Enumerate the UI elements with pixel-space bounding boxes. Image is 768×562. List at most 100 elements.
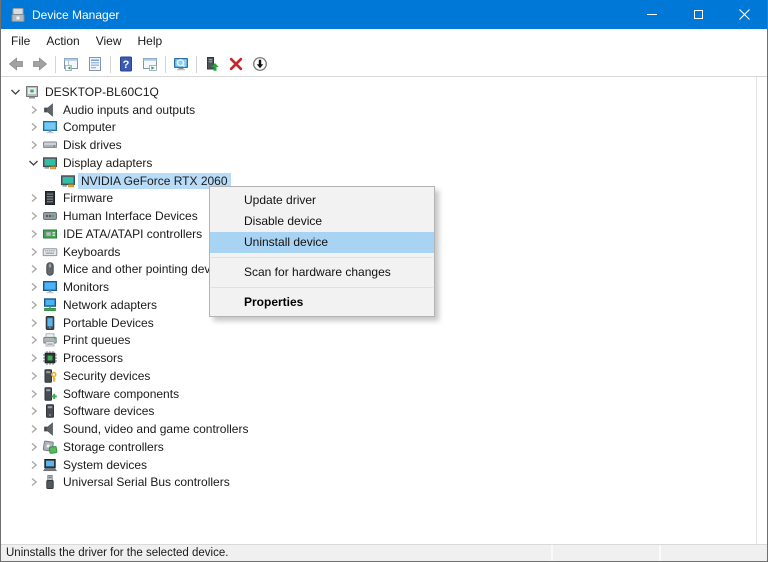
chevron-collapsed-icon[interactable]: [27, 244, 40, 260]
context-menu-item-properties[interactable]: Properties: [210, 292, 434, 313]
tree-item-software-devices[interactable]: Software devices: [1, 403, 767, 421]
speaker-icon: [42, 102, 58, 118]
help-button[interactable]: ?: [114, 53, 138, 75]
tree-item-label: Network adapters: [60, 297, 160, 313]
update-driver-icon: [204, 56, 220, 72]
tree-item-label: System devices: [60, 457, 150, 473]
context-menu-item-update-driver[interactable]: Update driver: [210, 190, 434, 211]
tree-item-label: Human Interface Devices: [60, 208, 201, 224]
tree-item-label: Storage controllers: [60, 439, 167, 455]
context-menu-item-uninstall-device[interactable]: Uninstall device: [210, 232, 434, 253]
network-adapter-icon: [42, 297, 58, 313]
chevron-collapsed-icon[interactable]: [27, 137, 40, 153]
chevron-collapsed-icon[interactable]: [27, 332, 40, 348]
tree-item-universal-serial-bus-controllers[interactable]: Universal Serial Bus controllers: [1, 474, 767, 492]
tree-item-label: Universal Serial Bus controllers: [60, 474, 233, 490]
minimize-button[interactable]: [629, 0, 675, 29]
tree-item-display-adapters[interactable]: Display adapters: [1, 154, 767, 172]
menu-item-action[interactable]: Action: [38, 31, 87, 51]
window-controls: [629, 0, 767, 29]
chevron-collapsed-icon[interactable]: [27, 474, 40, 490]
forward-arrow-icon: [32, 56, 48, 72]
tree-item-label: Security devices: [60, 368, 153, 384]
tree-item-desktop-bl60c1q[interactable]: DESKTOP-BL60C1Q: [1, 83, 767, 101]
tree-item-software-components[interactable]: Software components: [1, 385, 767, 403]
chevron-collapsed-icon[interactable]: [27, 208, 40, 224]
forward-button[interactable]: [28, 53, 52, 75]
display-adapter-icon: [60, 173, 76, 189]
software-component-icon: [42, 386, 58, 402]
update-driver-button[interactable]: [200, 53, 224, 75]
context-menu: Update driverDisable deviceUninstall dev…: [209, 186, 435, 317]
chevron-collapsed-icon[interactable]: [27, 261, 40, 277]
properties-button[interactable]: [83, 53, 107, 75]
tree-item-label: Firmware: [60, 190, 116, 206]
chevron-collapsed-icon[interactable]: [27, 439, 40, 455]
tree-item-label: DESKTOP-BL60C1Q: [42, 84, 162, 100]
menu-item-help[interactable]: Help: [130, 31, 171, 51]
chevron-collapsed-icon[interactable]: [27, 421, 40, 437]
tree-item-storage-controllers[interactable]: Storage controllers: [1, 438, 767, 456]
status-pane: [659, 545, 767, 561]
menu-item-view[interactable]: View: [88, 31, 130, 51]
toolbar-separator: [55, 56, 56, 73]
maximize-button[interactable]: [675, 0, 721, 29]
close-button[interactable]: [721, 0, 767, 29]
tree-item-print-queues[interactable]: Print queues: [1, 332, 767, 350]
action-pane-icon: [142, 56, 158, 72]
tree-item-label: Print queues: [60, 332, 133, 348]
statusbar: Uninstalls the driver for the selected d…: [1, 544, 767, 561]
uninstall-device-icon: [228, 56, 244, 72]
back-button[interactable]: [4, 53, 28, 75]
chevron-collapsed-icon[interactable]: [27, 403, 40, 419]
uninstall-device-button[interactable]: [224, 53, 248, 75]
chevron-expanded-icon[interactable]: [9, 84, 22, 100]
chevron-collapsed-icon[interactable]: [27, 190, 40, 206]
chevron-collapsed-icon[interactable]: [27, 297, 40, 313]
chevron-expanded-icon[interactable]: [27, 155, 40, 171]
show-console-tree-button[interactable]: [59, 53, 83, 75]
monitors-icon: [42, 279, 58, 295]
chevron-collapsed-icon[interactable]: [27, 350, 40, 366]
status-pane: [551, 545, 659, 561]
processor-icon: [42, 350, 58, 366]
status-text: Uninstalls the driver for the selected d…: [1, 547, 551, 559]
disable-device-button[interactable]: [248, 53, 272, 75]
menu-item-file[interactable]: File: [3, 31, 38, 51]
chevron-collapsed-icon[interactable]: [27, 457, 40, 473]
hid-icon: [42, 208, 58, 224]
chevron-collapsed-icon[interactable]: [27, 119, 40, 135]
tree-item-sound-video-and-game-controllers[interactable]: Sound, video and game controllers: [1, 420, 767, 438]
tree-item-computer[interactable]: Computer: [1, 119, 767, 137]
toolbar: ?: [1, 52, 767, 77]
help-icon: ?: [118, 56, 134, 72]
computer-icon: [24, 84, 40, 100]
security-device-icon: [42, 368, 58, 384]
tree-item-disk-drives[interactable]: Disk drives: [1, 136, 767, 154]
chevron-collapsed-icon[interactable]: [27, 102, 40, 118]
display-adapter-icon: [42, 155, 58, 171]
system-device-icon: [42, 457, 58, 473]
tree-item-label: Audio inputs and outputs: [60, 102, 198, 118]
tree-item-label: Sound, video and game controllers: [60, 421, 251, 437]
tree-item-label: Monitors: [60, 279, 112, 295]
toolbar-separator: [165, 56, 166, 73]
chevron-collapsed-icon[interactable]: [27, 368, 40, 384]
show-action-pane-button[interactable]: [138, 53, 162, 75]
chevron-collapsed-icon[interactable]: [27, 315, 40, 331]
toolbar-separator: [196, 56, 197, 73]
chevron-collapsed-icon[interactable]: [27, 386, 40, 402]
context-menu-separator: [211, 257, 433, 258]
tree-item-security-devices[interactable]: Security devices: [1, 367, 767, 385]
mouse-icon: [42, 261, 58, 277]
tree-item-audio-inputs-and-outputs[interactable]: Audio inputs and outputs: [1, 101, 767, 119]
scan-hardware-changes-button[interactable]: [169, 53, 193, 75]
tree-item-system-devices[interactable]: System devices: [1, 456, 767, 474]
console-tree-icon: [63, 56, 79, 72]
chevron-collapsed-icon[interactable]: [27, 226, 40, 242]
toolbar-separator: [110, 56, 111, 73]
context-menu-item-scan-for-hardware-changes[interactable]: Scan for hardware changes: [210, 262, 434, 283]
chevron-collapsed-icon[interactable]: [27, 279, 40, 295]
tree-item-processors[interactable]: Processors: [1, 349, 767, 367]
context-menu-item-disable-device[interactable]: Disable device: [210, 211, 434, 232]
